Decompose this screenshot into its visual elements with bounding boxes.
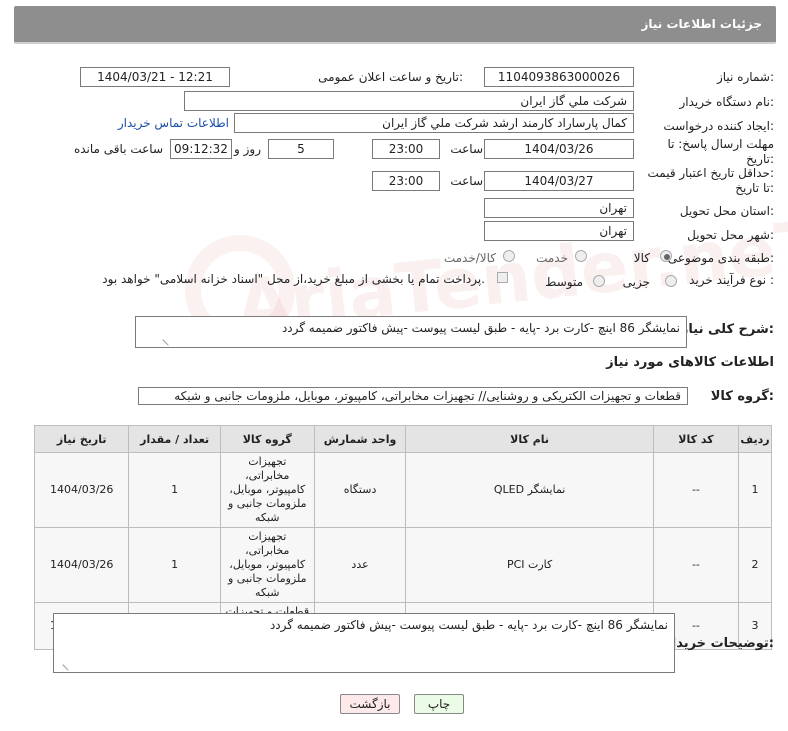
process-radio-minor[interactable] xyxy=(665,275,677,287)
cell-date: 1404/03/26 xyxy=(33,527,130,603)
delivery-city-field: تهران xyxy=(484,221,634,241)
price-validity-date-field: 1404/03/27 xyxy=(484,171,634,191)
col-date: تاریخ نیاز xyxy=(33,425,130,453)
price-validity-label: حداقل تاریخ اعتبار قیمت: تا تاریخ: xyxy=(647,166,774,196)
reply-deadline-label: مهلت ارسال پاسخ: تا تاریخ: xyxy=(667,137,774,167)
announce-datetime-label: تاریخ و ساعت اعلان عمومی: xyxy=(318,70,463,84)
col-unit: واحد شمارش xyxy=(313,425,407,453)
need-number-field: 1104093863000026 xyxy=(484,67,634,87)
process-option-minor: جزیی xyxy=(622,275,650,289)
col-group: گروه کالا xyxy=(219,425,315,453)
reply-date-field: 1404/03/26 xyxy=(484,139,634,159)
cell-qty: 1 xyxy=(128,527,221,603)
price-validity-label-line2: تا تاریخ: xyxy=(735,181,774,195)
category-label: طبقه بندی موضوعی: xyxy=(667,251,774,265)
cell-date: 1404/03/26 xyxy=(33,452,130,528)
process-label: نوع فرآیند خرید : xyxy=(689,273,774,287)
cell-group: تجهیزات مخابراتی، کامپیوتر، موبایل، ملزو… xyxy=(219,452,315,528)
col-qty: تعداد / مقدار xyxy=(128,425,221,453)
delivery-province-field: تهران xyxy=(484,198,634,218)
cell-unit: دستگاه xyxy=(313,452,407,528)
buyer-contact-link[interactable]: اطلاعات تماس خریدار xyxy=(118,116,229,130)
print-button[interactable]: چاپ xyxy=(414,694,464,714)
cell-row: 1 xyxy=(738,452,772,528)
remaining-label: ساعت باقی مانده xyxy=(73,142,163,156)
need-number-label: شماره نیاز: xyxy=(716,70,774,84)
col-code: کد کالا xyxy=(652,425,740,453)
reply-deadline-label-line2: تاریخ: xyxy=(746,152,774,166)
delivery-province-label: استان محل تحویل: xyxy=(679,204,774,218)
description-field: نمایشگر 86 اینچ -کارت برد -پایه - طبق لی… xyxy=(135,316,687,348)
price-validity-label-line1: حداقل تاریخ اعتبار قیمت: xyxy=(647,166,774,180)
cell-qty: 1 xyxy=(128,452,221,528)
reply-time-label: ساعت xyxy=(450,142,483,156)
table-row: 1 -- نمایشگر QLED دستگاه تجهیزات مخابرات… xyxy=(33,452,772,528)
category-radio-service[interactable] xyxy=(575,250,587,262)
items-table-header: ردیف کد کالا نام کالا واحد شمارش گروه کا… xyxy=(33,425,772,453)
requester-field: کمال پارساراد کارمند ارشد شرکت ملي گاز ا… xyxy=(234,113,634,133)
description-label: شرح کلی نیاز: xyxy=(680,322,774,337)
goods-group-label: گروه کالا: xyxy=(710,389,774,404)
category-option-service: خدمت xyxy=(536,251,568,265)
buyer-org-label: نام دستگاه خریدار: xyxy=(679,95,775,109)
col-row: ردیف xyxy=(738,425,772,453)
category-option-goods: کالا xyxy=(633,251,650,265)
buyer-org-field: شرکت ملي گاز ايران xyxy=(184,91,634,111)
delivery-city-label: شهر محل تحویل: xyxy=(687,228,774,242)
cell-name: نمایشگر QLED xyxy=(405,452,654,528)
category-radio-goods[interactable] xyxy=(660,250,672,262)
treasury-payment-checkbox[interactable] xyxy=(497,272,508,283)
page-title: جزئیات اطلاعات نیاز xyxy=(641,17,762,31)
cell-row: 2 xyxy=(738,527,772,603)
treasury-payment-note: پرداخت تمام یا بخشی از مبلغ خرید،از محل … xyxy=(102,272,485,286)
reply-time-field: 23:00 xyxy=(372,139,440,159)
days-label: روز و xyxy=(234,142,261,156)
table-row: 2 -- کارت PCI عدد تجهیزات مخابراتی، کامپ… xyxy=(33,527,772,603)
cell-code: -- xyxy=(652,452,740,528)
price-validity-time-field: 23:00 xyxy=(372,171,440,191)
cell-unit: عدد xyxy=(313,527,407,603)
col-name: نام کالا xyxy=(405,425,654,453)
remaining-time-field: 09:12:32 xyxy=(170,139,232,159)
price-validity-time-label: ساعت xyxy=(450,174,483,188)
buyer-notes-field: نمایشگر 86 اینچ -کارت برد -پایه - طبق لی… xyxy=(53,613,675,673)
category-option-goods-service: کالا/خدمت xyxy=(443,251,496,265)
goods-group-field: قطعات و تجهیزات الکتریکی و روشنایی// تجه… xyxy=(138,387,688,405)
back-button[interactable]: بازگشت xyxy=(340,694,400,714)
category-radio-goods-service[interactable] xyxy=(503,250,515,262)
days-field: 5 xyxy=(268,139,334,159)
reply-deadline-label-line1: مهلت ارسال پاسخ: تا xyxy=(667,137,774,151)
process-radio-medium[interactable] xyxy=(593,275,605,287)
page-header: جزئیات اطلاعات نیاز xyxy=(14,6,776,44)
cell-code: -- xyxy=(652,527,740,603)
requester-label: ایجاد کننده درخواست: xyxy=(663,119,774,133)
items-section-title: اطلاعات کالاهای مورد نیاز xyxy=(606,355,774,370)
buyer-notes-label: توضیحات خریدار: xyxy=(664,636,774,651)
cell-group: تجهیزات مخابراتی، کامپیوتر، موبایل، ملزو… xyxy=(219,527,315,603)
announce-datetime-field: 1404/03/21 - 12:21 xyxy=(80,67,230,87)
process-option-medium: متوسط xyxy=(545,275,583,289)
cell-name: کارت PCI xyxy=(405,527,654,603)
